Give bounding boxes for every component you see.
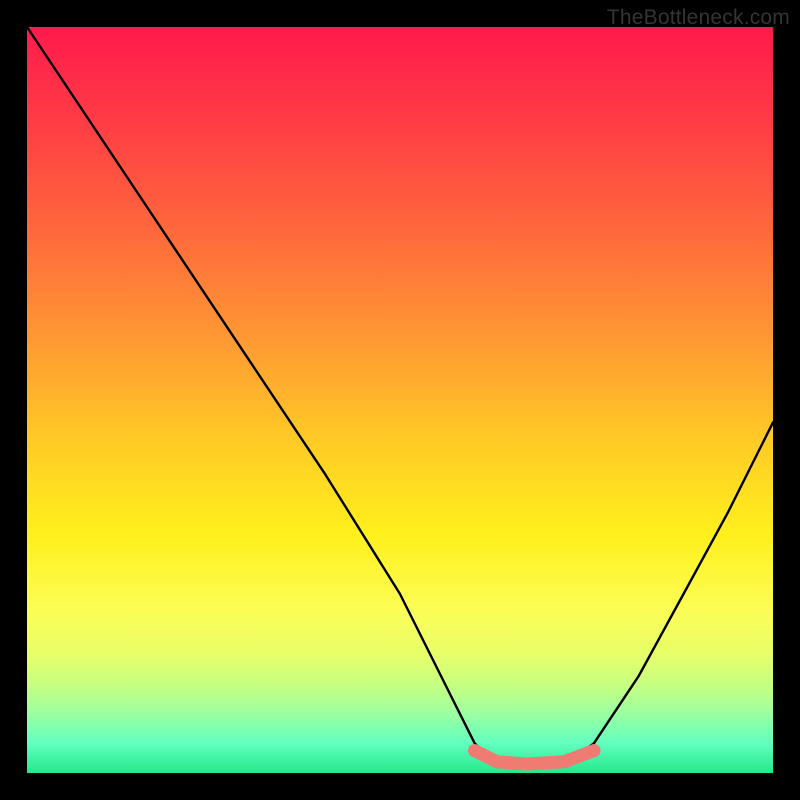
optimal-band-endpoint [468,744,481,757]
optimal-band-endpoint [588,744,601,757]
plot-area [27,27,773,773]
series-group [27,27,773,766]
bottleneck-curve [27,27,773,766]
chart-svg [27,27,773,773]
optimal-band [475,751,594,764]
chart-frame: TheBottleneck.com [0,0,800,800]
